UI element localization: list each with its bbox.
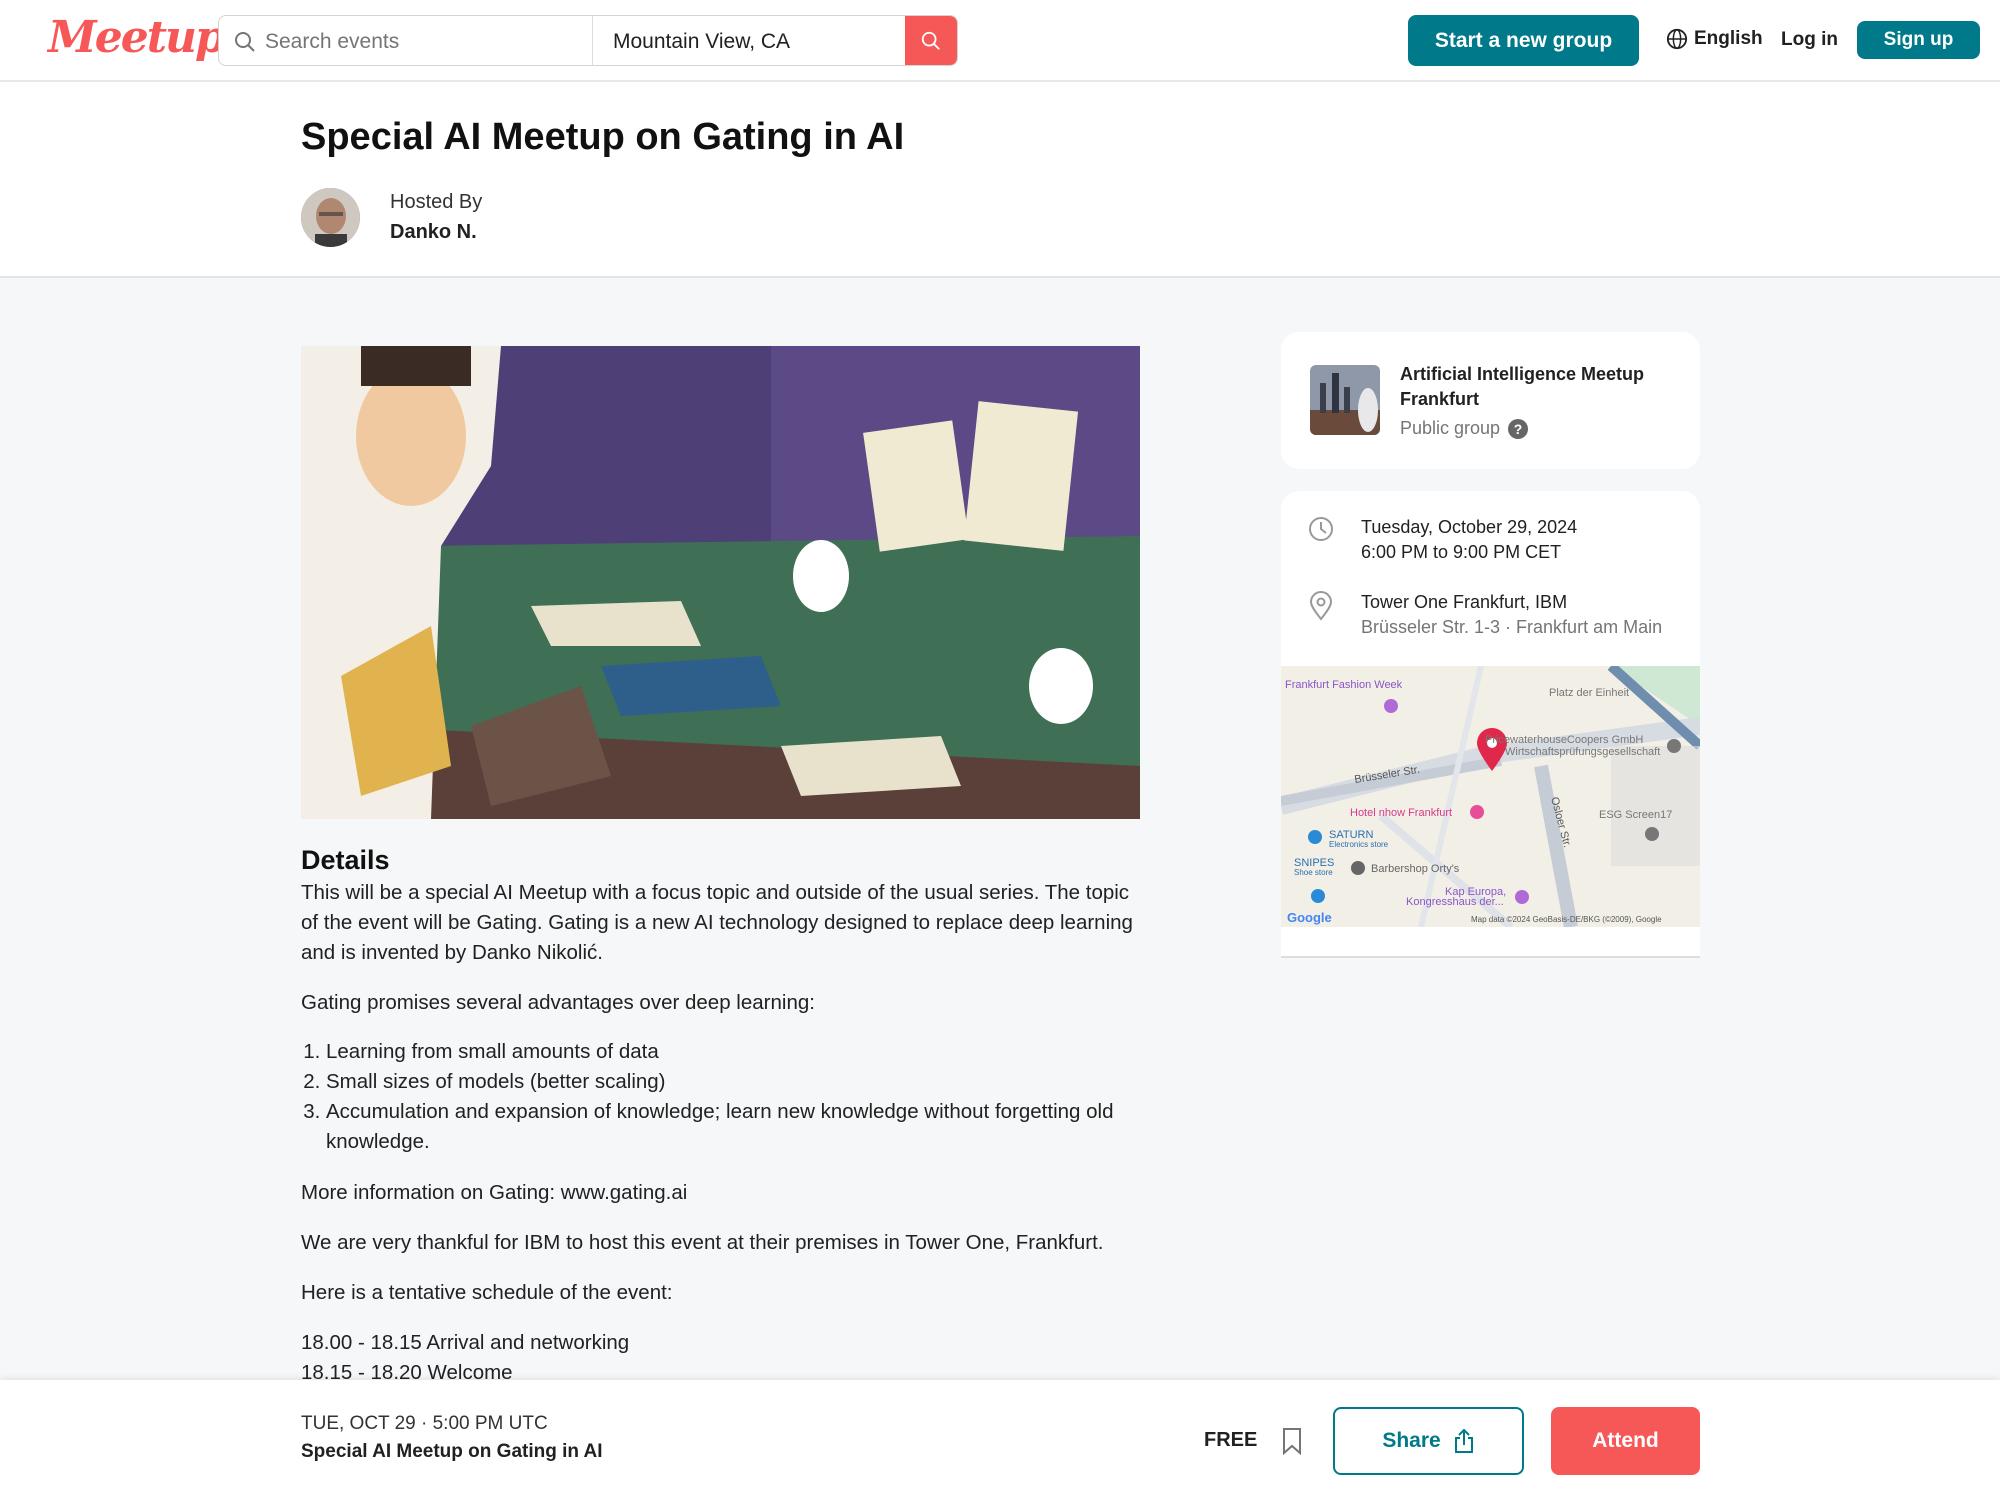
map-label: Hotel nhow Frankfurt xyxy=(1350,807,1452,819)
list-item: Accumulation and expansion of knowledge;… xyxy=(326,1097,1151,1157)
more-info: More information on Gating: www.gating.a… xyxy=(301,1181,688,1204)
share-label: Share xyxy=(1382,1429,1441,1452)
location-input[interactable]: Mountain View, CA xyxy=(613,30,790,54)
details-intro: This will be a special AI Meetup with a … xyxy=(301,881,1133,964)
share-button[interactable]: Share xyxy=(1333,1407,1524,1475)
list-item: Small sizes of models (better scaling) xyxy=(326,1067,1151,1097)
list-item: Learning from small amounts of data xyxy=(326,1037,1151,1067)
event-time: 6:00 PM to 9:00 PM CET xyxy=(1361,542,1562,562)
search-input[interactable]: Search events xyxy=(265,30,399,54)
login-link[interactable]: Log in xyxy=(1781,29,1838,51)
bottom-action-bar xyxy=(0,1380,2000,1500)
search-icon xyxy=(235,32,255,52)
venue-map[interactable]: Frankfurt Fashion Week Platz der Einheit… xyxy=(1281,666,1700,927)
event-image xyxy=(301,346,1140,819)
group-type-label: Public group xyxy=(1400,418,1501,438)
search-bar: Search events Mountain View, CA xyxy=(218,15,958,66)
map-attribution: Map data ©2024 GeoBasis-DE/BKG (©2009), … xyxy=(1471,915,1662,924)
event-info-card: Tuesday, October 29, 2024 6:00 PM to 9:0… xyxy=(1281,491,1700,958)
advantages-list: Learning from small amounts of data Smal… xyxy=(301,1037,1151,1157)
bookmark-icon[interactable] xyxy=(1281,1427,1303,1455)
attend-button[interactable]: Attend xyxy=(1551,1407,1700,1475)
search-icon xyxy=(921,31,940,50)
group-name[interactable]: Artificial Intelligence Meetup Frankfurt xyxy=(1400,362,1680,412)
meetup-logo[interactable]: Meetup xyxy=(48,12,226,63)
search-button[interactable] xyxy=(905,16,957,65)
share-icon xyxy=(1454,1428,1473,1453)
schedule-intro: Here is a tentative schedule of the even… xyxy=(301,1281,673,1304)
hosted-by-label: Hosted By xyxy=(390,191,483,213)
language-selector[interactable]: English xyxy=(1666,28,1763,50)
map-label: Electronics store xyxy=(1329,840,1389,849)
group-thumbnail xyxy=(1310,365,1380,435)
bottom-title: Special AI Meetup on Gating in AI xyxy=(301,1441,603,1462)
divider xyxy=(592,16,593,65)
start-new-group-button[interactable]: Start a new group xyxy=(1408,15,1639,66)
host-name[interactable]: Danko N. xyxy=(390,221,477,244)
thanks-text: We are very thankful for IBM to host thi… xyxy=(301,1231,1104,1254)
map-label: PricewaterhouseCoopers GmbH xyxy=(1485,734,1643,746)
clock-icon xyxy=(1309,517,1333,541)
venue-address: Brüsseler Str. 1-3 · Frankfurt am Main xyxy=(1361,617,1663,637)
details-heading: Details xyxy=(301,845,390,875)
page-title: Special AI Meetup on Gating in AI xyxy=(301,116,905,158)
map-label: Wirtschaftsprüfungsgesellschaft xyxy=(1505,746,1660,758)
help-icon[interactable]: ? xyxy=(1508,418,1529,439)
event-header xyxy=(0,82,2000,278)
group-card[interactable]: Artificial Intelligence Meetup Frankfurt… xyxy=(1281,332,1700,469)
venue-name[interactable]: Tower One Frankfurt, IBM xyxy=(1361,590,1567,615)
google-logo: Google xyxy=(1287,910,1332,925)
signup-button[interactable]: Sign up xyxy=(1857,21,1980,59)
host-avatar[interactable] xyxy=(301,188,360,247)
price-label: FREE xyxy=(1204,1429,1258,1451)
top-nav: Meetup Search events Mountain View, CA S… xyxy=(0,0,2000,82)
schedule-item: 18.00 - 18.15 Arrival and networking xyxy=(301,1331,630,1354)
bottom-datetime: TUE, OCT 29 · 5:00 PM UTC xyxy=(301,1413,548,1434)
map-label: Kongresshaus der... xyxy=(1406,896,1504,908)
language-label: English xyxy=(1694,28,1763,49)
map-label: Platz der Einheit xyxy=(1549,687,1629,699)
location-pin-icon xyxy=(1309,591,1333,621)
event-date: Tuesday, October 29, 2024 xyxy=(1361,517,1578,537)
group-type: Public group ? xyxy=(1400,418,1529,439)
map-label: Frankfurt Fashion Week xyxy=(1285,679,1403,691)
map-label: Shoe store xyxy=(1294,868,1333,877)
globe-icon xyxy=(1666,28,1688,50)
map-label: ESG Screen17 xyxy=(1599,809,1672,821)
details-advantages-intro: Gating promises several advantages over … xyxy=(301,991,815,1014)
map-label: Barbershop Orty's xyxy=(1371,863,1460,875)
